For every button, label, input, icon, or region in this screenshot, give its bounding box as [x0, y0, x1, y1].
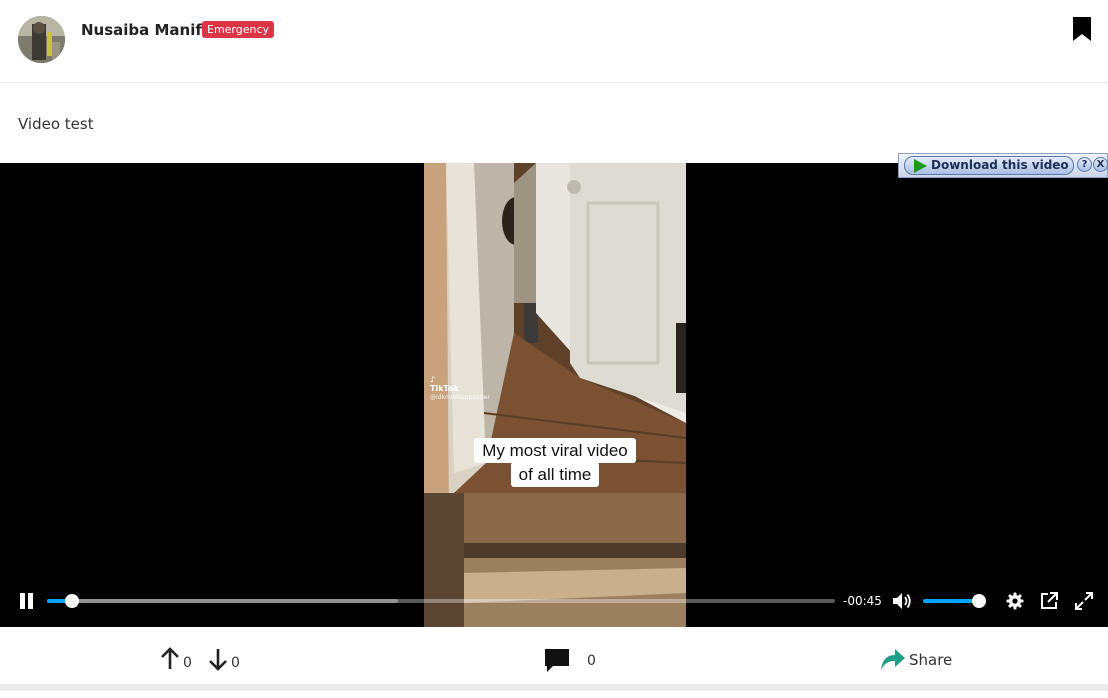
pause-icon[interactable] — [19, 593, 34, 609]
help-button[interactable]: ? — [1077, 157, 1092, 172]
download-bar: Download this video ? X — [898, 153, 1108, 178]
comment-icon — [545, 649, 569, 672]
download-label: Download this video — [931, 158, 1069, 172]
tiktok-watermark: ♪ TikTok @idkmlolsuppppper — [430, 375, 490, 402]
arrow-up-icon — [161, 647, 179, 669]
video-frame: ♪ TikTok @idkmlolsuppppper My most viral… — [424, 163, 686, 627]
progress-buffered — [47, 599, 398, 603]
volume-slider[interactable] — [923, 594, 986, 608]
fullscreen-icon[interactable] — [1075, 592, 1093, 610]
bookmark-icon[interactable] — [1072, 16, 1092, 42]
downvote-button[interactable]: 0 — [208, 647, 242, 673]
comment-count: 0 — [587, 653, 596, 669]
progress-thumb[interactable] — [65, 594, 80, 608]
post-text: Video test — [18, 115, 94, 133]
tiktok-brand: TikTok — [430, 384, 459, 393]
comment-button[interactable]: 0 — [544, 647, 604, 673]
download-video-button[interactable]: Download this video — [904, 156, 1074, 175]
caption-line-1: My most viral video — [474, 438, 636, 463]
tiktok-logo-icon: ♪ — [430, 375, 436, 384]
downvote-count: 0 — [231, 655, 240, 671]
volume-icon[interactable] — [892, 592, 912, 610]
external-link-icon[interactable] — [1040, 592, 1058, 610]
volume-thumb[interactable] — [971, 594, 986, 608]
post-actions: 0 0 0 Share — [0, 627, 1108, 691]
author-name[interactable]: Nusaiba Manifa — [81, 20, 212, 40]
share-label: Share — [909, 651, 953, 669]
status-badge: Emergency — [202, 21, 275, 38]
tiktok-handle: @idkmlolsuppppper — [430, 394, 490, 401]
post-card: Nusaiba Manifa Emergency Video test ♪ Ti… — [0, 0, 1108, 698]
share-icon — [881, 649, 905, 670]
close-button[interactable]: X — [1093, 157, 1108, 172]
post-header: Nusaiba Manifa Emergency — [0, 0, 1108, 83]
avatar[interactable] — [18, 16, 65, 63]
share-button[interactable]: Share — [880, 648, 952, 672]
caption-line-2: of all time — [510, 462, 600, 487]
progress-bar[interactable] — [47, 594, 835, 608]
video-caption: My most viral video of all time — [424, 438, 686, 487]
arrow-down-icon — [209, 649, 227, 671]
upvote-button[interactable]: 0 — [160, 647, 194, 673]
volume-level — [923, 599, 979, 603]
video-player[interactable]: ♪ TikTok @idkmlolsuppppper My most viral… — [0, 163, 1108, 627]
upvote-count: 0 — [183, 655, 192, 671]
gear-icon[interactable] — [1006, 592, 1024, 610]
time-remaining: -00:45 — [843, 594, 882, 608]
play-icon — [914, 159, 927, 173]
video-controls: -00:45 — [0, 582, 1108, 620]
